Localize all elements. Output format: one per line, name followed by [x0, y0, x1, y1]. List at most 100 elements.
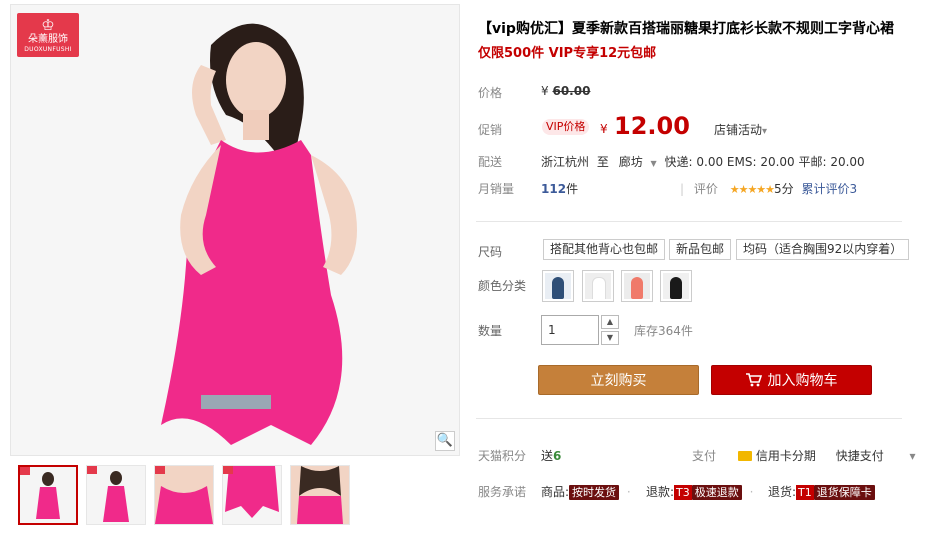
on-time-shipping-badge[interactable]: 按时发货 [569, 485, 620, 500]
divider: · [626, 485, 631, 499]
service-goods: 商品: 按时发货 · [541, 483, 631, 500]
refund-tier-badge: T3 [674, 485, 692, 500]
chevron-down-icon: ▾ [762, 126, 768, 137]
swatch-image [624, 273, 650, 299]
brand-name-cn: 朵薰服饰 [28, 34, 68, 45]
product-subtitle: 仅限500件 VIP专享12元包邮 [478, 46, 657, 61]
service-return: 退货: T1 退货保障卡 [768, 483, 875, 500]
original-price: ¥ 60.00 [541, 84, 590, 98]
thumbnail-1[interactable] [18, 465, 78, 525]
brand-name-en: DUOXUNFUSHI [24, 46, 72, 53]
monthly-sales-label: 月销量 [478, 182, 515, 196]
color-swatch-coral[interactable] [621, 270, 653, 302]
delivery-destination-select[interactable]: 廊坊 ▼ [619, 155, 661, 169]
color-label: 颜色分类 [478, 279, 527, 293]
thumbnail-badge [155, 466, 165, 474]
swatch-image [585, 273, 611, 299]
thumbnail-3[interactable] [154, 465, 214, 525]
rating-stars-icon: ★★★★★ [729, 183, 775, 196]
swatch-image [663, 273, 689, 299]
buy-now-button[interactable]: 立刻购买 [538, 365, 699, 395]
delivery-label: 配送 [478, 155, 503, 169]
original-price-value: 60.00 [552, 84, 591, 98]
store-activity-label: 店铺活动 [714, 123, 763, 137]
service-promise-label: 服务承诺 [478, 485, 527, 499]
credit-installment-label: 信用卡分期 [755, 449, 816, 463]
quantity-decrease-button[interactable]: ▼ [601, 331, 619, 345]
thumbnail-2[interactable] [86, 465, 146, 525]
rating-summary: | 评价 ★★★★★5分 累计评价3 [680, 180, 857, 197]
thumbnail-image [223, 466, 281, 524]
color-swatch-white[interactable] [582, 270, 614, 302]
service-goods-label: 商品: [541, 485, 570, 499]
divider [476, 221, 902, 222]
cumulative-reviews-link[interactable]: 累计评价3 [802, 182, 858, 196]
promo-currency: ¥ [600, 122, 608, 136]
thumbnail-5[interactable] [290, 465, 350, 525]
add-to-cart-label: 加入购物车 [767, 373, 838, 389]
product-title: 【vip购优汇】夏季新款百搭瑞丽糖果打底衫长款不规则工字背心裙 [478, 21, 894, 37]
quantity-increase-button[interactable]: ▲ [601, 315, 619, 329]
return-tier-badge: T1 [796, 485, 814, 500]
stock-count: 库存364件 [634, 324, 693, 338]
monthly-sales-count: 112 [541, 182, 567, 196]
payment-methods: 支付 信用卡分期 快捷支付 ▾ [692, 447, 916, 464]
model-illustration [11, 5, 459, 455]
thumbnail-4[interactable] [222, 465, 282, 525]
promo-label: 促销 [478, 123, 503, 137]
fast-refund-badge[interactable]: 极速退款 [691, 485, 742, 500]
color-swatch-navy[interactable] [542, 270, 574, 302]
delivery-destination: 廊坊 [618, 155, 643, 169]
size-option-3[interactable]: 均码（适合胸围92以内穿着） [736, 239, 910, 260]
thumbnail-image [87, 466, 145, 524]
payment-label: 支付 [692, 449, 717, 463]
main-product-image[interactable]: ♔ 朵薰服饰 DUOXUNFUSHI 🔍 [10, 4, 460, 456]
thumbnail-badge [223, 466, 233, 474]
service-refund: 退款: T3 极速退款 · [646, 483, 753, 500]
crown-icon: ♔ [41, 16, 55, 34]
points-amount: 6 [553, 449, 562, 463]
service-refund-label: 退款: [646, 485, 675, 499]
tmall-points-label: 天猫积分 [478, 449, 527, 463]
monthly-sales-unit: 件 [566, 182, 579, 196]
chevron-down-icon[interactable]: ▾ [910, 449, 916, 463]
size-option-2[interactable]: 新品包邮 [669, 239, 732, 260]
cart-icon [745, 373, 762, 387]
divider [476, 418, 902, 419]
price-label: 价格 [478, 86, 503, 100]
thumbnail-image [20, 467, 76, 523]
thumbnail-badge [20, 467, 30, 475]
size-option-1[interactable]: 搭配其他背心也包邮 [543, 239, 666, 260]
thumbnail-badge [87, 466, 97, 474]
store-activity-dropdown[interactable]: 店铺活动▾ [714, 121, 767, 138]
credit-installment-option[interactable]: 信用卡分期 [737, 449, 816, 463]
promo-price: 12.00 [614, 112, 690, 140]
delivery-from: 浙江杭州 [541, 155, 590, 169]
rating-score: 5分 [774, 182, 794, 196]
rating-label: 评价 [693, 182, 718, 196]
zoom-icon[interactable]: 🔍 [435, 431, 455, 451]
quantity-input[interactable]: 1 [541, 315, 599, 345]
quick-pay-option[interactable]: 快捷支付 [836, 449, 884, 463]
thumbnail-image [155, 466, 213, 524]
return-guarantee-badge[interactable]: 退货保障卡 [813, 485, 875, 500]
color-swatch-black[interactable] [660, 270, 692, 302]
points-send: 送 [541, 449, 554, 463]
quantity-label: 数量 [478, 324, 503, 338]
thumbnail-image [291, 466, 349, 524]
add-to-cart-button[interactable]: 加入购物车 [711, 365, 872, 395]
tmall-points: 送6 [541, 447, 561, 464]
service-return-label: 退货: [768, 485, 797, 499]
currency-symbol: ¥ [541, 84, 549, 98]
divider: | [680, 182, 685, 196]
swatch-image [545, 273, 571, 299]
delivery-info: 浙江杭州 至 廊坊 ▼ 快递: 0.00 EMS: 20.00 平邮: 20.0… [541, 153, 865, 170]
brand-logo: ♔ 朵薰服饰 DUOXUNFUSHI [17, 13, 79, 57]
size-label: 尺码 [478, 245, 503, 259]
monthly-sales: 112件 [541, 180, 578, 197]
delivery-to-word: 至 [596, 155, 609, 169]
credit-card-icon [737, 451, 752, 461]
vip-price-badge: VIP价格 [542, 119, 590, 135]
shipping-fees: 快递: 0.00 EMS: 20.00 平邮: 20.00 [664, 155, 865, 169]
divider: · [749, 485, 754, 499]
